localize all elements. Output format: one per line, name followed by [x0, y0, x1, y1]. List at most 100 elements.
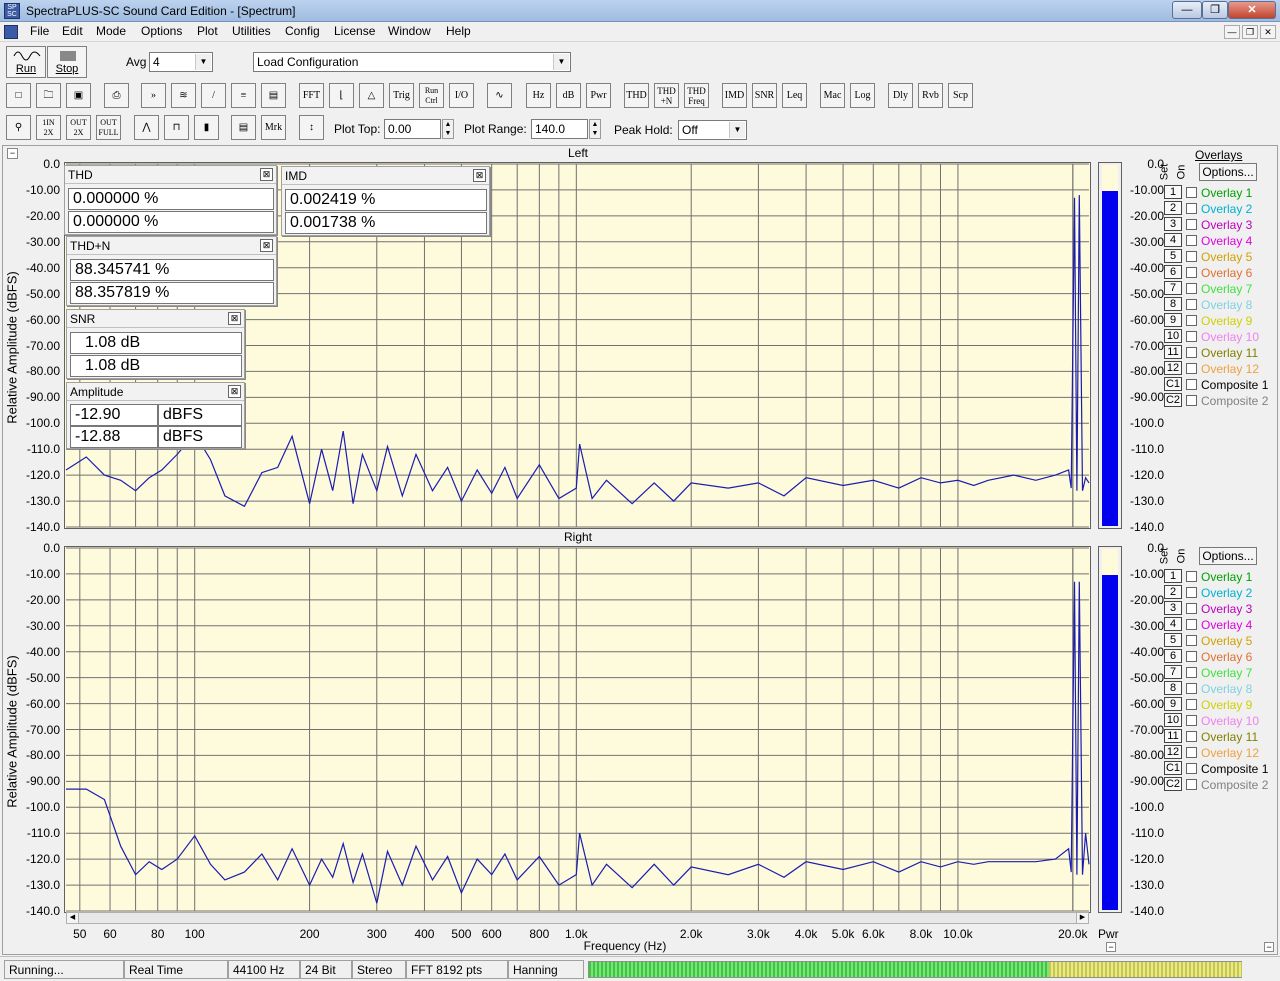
- overlay-on-checkbox[interactable]: [1186, 347, 1197, 358]
- left-y-tick-label: -60.00: [25, 312, 60, 327]
- overlay-on-checkbox[interactable]: [1186, 683, 1197, 694]
- overlay-name: Overlay 2: [1201, 202, 1253, 216]
- overlays-header: Overlays: [1195, 148, 1243, 162]
- imd-meter-window[interactable]: IMD ⊠ 0.002419 % 0.001738 %: [281, 166, 490, 236]
- overlay-on-checkbox[interactable]: [1186, 731, 1197, 742]
- overlay-set-button[interactable]: 2: [1164, 585, 1182, 599]
- overlay-on-checkbox[interactable]: [1186, 763, 1197, 774]
- thdn-meter-window[interactable]: THD+N ⊠ 88.345741 % 88.357819 %: [66, 236, 277, 306]
- close-icon[interactable]: ⊠: [228, 312, 241, 325]
- status-sample-rate: 44100 Hz: [228, 960, 300, 979]
- overlay-set-button[interactable]: 10: [1164, 713, 1182, 727]
- status-state: Running...: [4, 960, 124, 979]
- overlay-on-checkbox[interactable]: [1186, 603, 1197, 614]
- close-icon[interactable]: ⊠: [228, 385, 241, 398]
- overlay-on-checkbox[interactable]: [1186, 251, 1197, 262]
- close-icon[interactable]: ⊠: [260, 239, 273, 252]
- overlay-on-checkbox[interactable]: [1186, 651, 1197, 662]
- overlay-on-checkbox[interactable]: [1186, 315, 1197, 326]
- overlay-options-button[interactable]: Options...: [1199, 547, 1257, 565]
- overlay-set-button[interactable]: 11: [1164, 345, 1182, 359]
- panel-collapse-icon[interactable]: −: [1264, 942, 1274, 952]
- snr-value-2: 1.08 dB: [70, 355, 242, 377]
- overlay-set-button[interactable]: 10: [1164, 329, 1182, 343]
- overlay-on-checkbox[interactable]: [1186, 715, 1197, 726]
- right-y-tick-label: -130.0: [25, 878, 60, 893]
- overlay-set-button[interactable]: 6: [1164, 265, 1182, 279]
- spectrum-plots: [65, 163, 1090, 912]
- overlay-on-checkbox[interactable]: [1186, 267, 1197, 278]
- overlay-set-button[interactable]: 5: [1164, 633, 1182, 647]
- x-tick-label: 400: [414, 927, 435, 941]
- overlay-on-checkbox[interactable]: [1186, 571, 1197, 582]
- overlay-set-button[interactable]: 8: [1164, 297, 1182, 311]
- on-header-text: On: [1175, 548, 1188, 564]
- overlay-on-checkbox[interactable]: [1186, 699, 1197, 710]
- overlay-on-checkbox[interactable]: [1186, 619, 1197, 630]
- overlay-name: Composite 1: [1201, 762, 1269, 776]
- overlay-set-button[interactable]: 1: [1164, 569, 1182, 583]
- overlay-set-button[interactable]: C2: [1164, 777, 1182, 791]
- overlay-set-button[interactable]: 4: [1164, 233, 1182, 247]
- left-y-tick-label: -90.00: [25, 390, 60, 405]
- overlay-set-button[interactable]: 7: [1164, 281, 1182, 295]
- amplitude-meter-window[interactable]: Amplitude ⊠ -12.90 dBFS -12.88 dBFS: [66, 382, 245, 449]
- overlay-on-checkbox[interactable]: [1186, 283, 1197, 294]
- overlay-on-checkbox[interactable]: [1186, 379, 1197, 390]
- overlay-panel-right: Set On Options... 1 Overlay 1 2 Overlay 23O…: [1158, 546, 1278, 806]
- overlay-set-button[interactable]: C1: [1164, 761, 1182, 775]
- overlay-on-checkbox[interactable]: [1186, 587, 1197, 598]
- overlay-name: Overlay 4: [1201, 618, 1253, 632]
- overlay-set-button[interactable]: 4: [1164, 617, 1182, 631]
- overlay-on-checkbox[interactable]: [1186, 395, 1197, 406]
- overlay-set-button[interactable]: 12: [1164, 361, 1182, 375]
- overlay-set-button[interactable]: 1: [1164, 185, 1182, 199]
- overlay-set-button[interactable]: C2: [1164, 393, 1182, 407]
- right-y-tick-label: -100.0: [25, 800, 60, 815]
- overlay-on-checkbox[interactable]: [1186, 779, 1197, 790]
- scroll-left-icon[interactable]: ◀: [67, 913, 79, 923]
- overlay-on-checkbox[interactable]: [1186, 187, 1197, 198]
- thd-meter-window[interactable]: THD ⊠ 0.000000 % 0.000000 %: [64, 165, 277, 235]
- overlay-set-button[interactable]: 9: [1164, 313, 1182, 327]
- overlay-on-checkbox[interactable]: [1186, 299, 1197, 310]
- overlay-name: Overlay 6: [1201, 650, 1253, 664]
- imd-meter-title: IMD: [282, 167, 489, 185]
- overlay-name: Overlay 1: [1201, 186, 1253, 200]
- overlay-on-checkbox[interactable]: [1186, 331, 1197, 342]
- overlay-set-button[interactable]: 5: [1164, 249, 1182, 263]
- right-y-tick-label: -50.00: [25, 670, 60, 685]
- overlay-on-checkbox[interactable]: [1186, 747, 1197, 758]
- overlay-set-button[interactable]: 9: [1164, 697, 1182, 711]
- overlay-on-checkbox[interactable]: [1186, 667, 1197, 678]
- overlay-on-checkbox[interactable]: [1186, 363, 1197, 374]
- overlay-set-button[interactable]: 8: [1164, 681, 1182, 695]
- close-icon[interactable]: ⊠: [260, 168, 273, 181]
- overlay-set-button[interactable]: 3: [1164, 217, 1182, 231]
- amplitude-value-1: -12.90: [70, 404, 158, 426]
- overlay-on-checkbox[interactable]: [1186, 235, 1197, 246]
- left-y-tick-label: 0.0: [43, 157, 60, 171]
- left-y-tick-label: -110.0: [26, 442, 60, 457]
- overlay-set-button[interactable]: 2: [1164, 201, 1182, 215]
- overlay-options-button[interactable]: Options...: [1199, 163, 1257, 181]
- meter-collapse-icon[interactable]: −: [1106, 942, 1116, 952]
- overlay-set-button[interactable]: 7: [1164, 665, 1182, 679]
- horizontal-scrollbar[interactable]: ◀ ▶: [66, 912, 1089, 924]
- scroll-right-icon[interactable]: ▶: [1076, 913, 1088, 923]
- imd-value-2: 0.001738 %: [285, 212, 487, 234]
- overlay-set-button[interactable]: 6: [1164, 649, 1182, 663]
- overlay-set-button[interactable]: 11: [1164, 729, 1182, 743]
- overlay-set-button[interactable]: 3: [1164, 601, 1182, 615]
- overlay-set-button[interactable]: C1: [1164, 377, 1182, 391]
- close-icon[interactable]: ⊠: [473, 169, 486, 182]
- x-tick-label: 6.0k: [861, 927, 885, 941]
- x-tick-label: 80: [151, 927, 165, 941]
- overlay-name: Overlay 6: [1201, 266, 1253, 280]
- overlay-set-button[interactable]: 12: [1164, 745, 1182, 759]
- overlay-on-checkbox[interactable]: [1186, 635, 1197, 646]
- overlay-on-checkbox[interactable]: [1186, 203, 1197, 214]
- snr-meter-window[interactable]: SNR ⊠ 1.08 dB 1.08 dB: [66, 309, 245, 379]
- overlay-on-checkbox[interactable]: [1186, 219, 1197, 230]
- overlay-name: Overlay 9: [1201, 314, 1253, 328]
